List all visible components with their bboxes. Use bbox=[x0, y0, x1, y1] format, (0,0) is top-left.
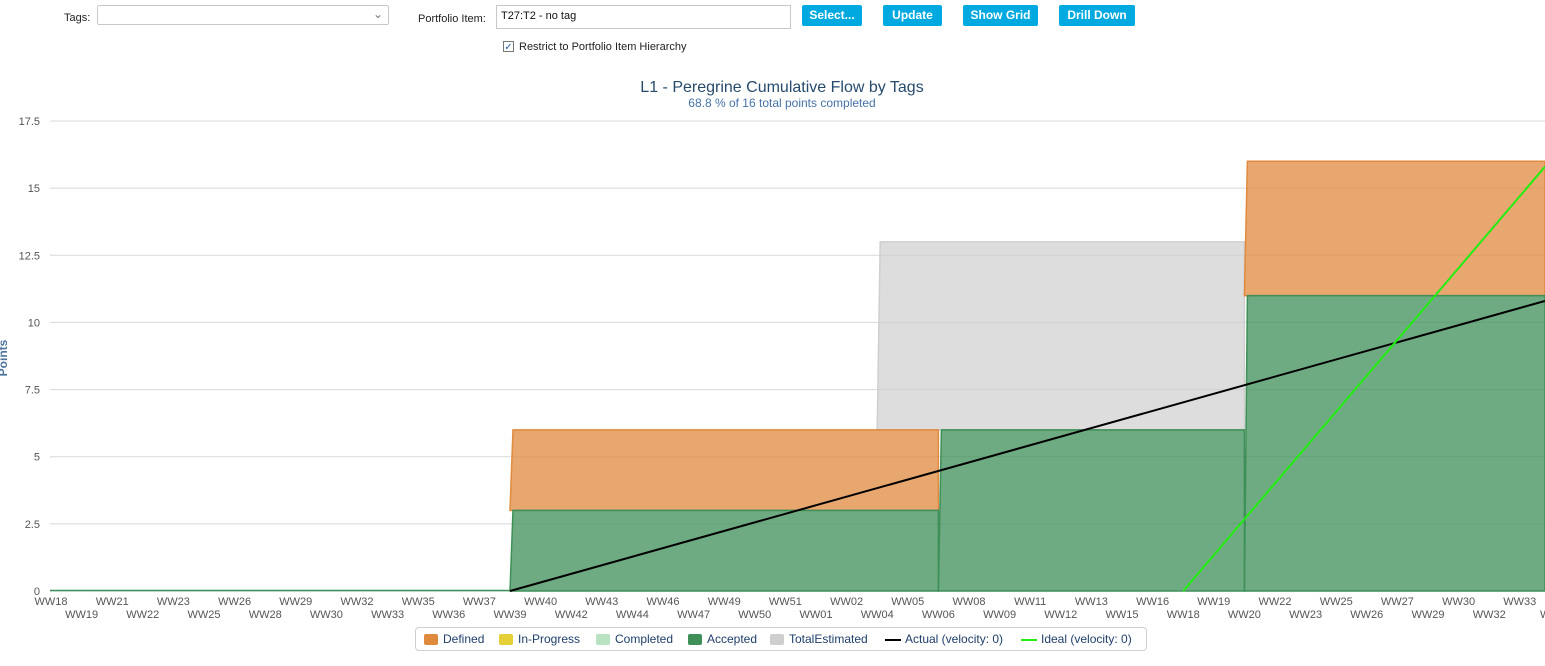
drill-down-button[interactable]: Drill Down bbox=[1059, 5, 1135, 26]
x-tick-label: WW12 bbox=[1044, 609, 1077, 621]
x-tick-label: WW18 bbox=[35, 596, 68, 608]
portfolio-item-label: Portfolio Item: bbox=[418, 13, 486, 25]
x-tick-label: WW04 bbox=[861, 609, 894, 621]
legend-item-ideal[interactable]: Ideal (velocity: 0) bbox=[1041, 632, 1132, 646]
x-tick-label: WW13 bbox=[1075, 596, 1108, 608]
x-tick-label: WW01 bbox=[800, 609, 833, 621]
x-tick-label: WW18 bbox=[1167, 609, 1200, 621]
show-grid-button[interactable]: Show Grid bbox=[963, 5, 1038, 26]
legend-item-in-progress[interactable]: In-Progress bbox=[518, 632, 580, 646]
legend-item-completed[interactable]: Completed bbox=[615, 632, 673, 646]
x-tick-label: WW09 bbox=[983, 609, 1016, 621]
y-tick-label: 7.5 bbox=[25, 385, 40, 397]
x-tick-label: WW19 bbox=[1197, 596, 1230, 608]
x-tick-label: WW32 bbox=[341, 596, 374, 608]
x-tick-label: WW32 bbox=[1473, 609, 1506, 621]
legend-item-total-estimated[interactable]: TotalEstimated bbox=[789, 632, 868, 646]
x-tick-label: WW23 bbox=[1289, 609, 1322, 621]
chart-legend: Defined In-Progress Completed Accepted T… bbox=[415, 627, 1147, 651]
x-tick-label: WW39 bbox=[494, 609, 527, 621]
x-tick-label: WW20 bbox=[1228, 609, 1261, 621]
x-tick-label: WW11 bbox=[1014, 596, 1046, 608]
x-tick-label: WW33 bbox=[1503, 596, 1536, 608]
x-tick-label: WW22 bbox=[126, 609, 159, 621]
x-tick-label: WW37 bbox=[463, 596, 496, 608]
x-tick-label: WW21 bbox=[96, 596, 129, 608]
x-tick-label: WW42 bbox=[555, 609, 588, 621]
x-tick-label: WW35 bbox=[402, 596, 435, 608]
legend-line-ideal bbox=[1021, 639, 1037, 641]
x-tick-label: WW40 bbox=[524, 596, 557, 608]
x-tick-label: WW49 bbox=[708, 596, 741, 608]
x-tick-label: WW29 bbox=[1412, 609, 1445, 621]
y-axis-ticks: 02.557.51012.51517.5 bbox=[19, 116, 40, 598]
y-tick-label: 17.5 bbox=[19, 116, 40, 128]
chart-subtitle: 68.8 % of 16 total points completed bbox=[688, 96, 875, 110]
x-tick-label: WW08 bbox=[953, 596, 986, 608]
x-tick-label: WW23 bbox=[157, 596, 190, 608]
legend-swatch-completed bbox=[596, 634, 610, 645]
x-tick-label: WW19 bbox=[65, 609, 98, 621]
area-accepted bbox=[937, 429, 1246, 592]
legend-item-defined[interactable]: Defined bbox=[443, 632, 484, 646]
legend-line-actual bbox=[885, 639, 901, 641]
x-tick-label: WW16 bbox=[1136, 596, 1169, 608]
tags-label: Tags: bbox=[64, 12, 91, 24]
update-button[interactable]: Update bbox=[883, 5, 942, 26]
x-tick-label: WW47 bbox=[677, 609, 710, 621]
y-tick-label: 15 bbox=[28, 183, 40, 195]
x-tick-label: WW30 bbox=[310, 609, 343, 621]
area-accepted bbox=[1243, 294, 1545, 592]
y-tick-label: 10 bbox=[28, 317, 40, 329]
legend-swatch-in-progress bbox=[499, 634, 513, 645]
x-tick-label: WW06 bbox=[922, 609, 955, 621]
y-tick-label: 5 bbox=[34, 452, 40, 464]
area-defined bbox=[509, 429, 940, 512]
x-tick-label: WW36 bbox=[432, 609, 465, 621]
restrict-label: Restrict to Portfolio Item Hierarchy bbox=[519, 41, 687, 53]
x-tick-label: WW51 bbox=[769, 596, 802, 608]
legend-swatch-total-estimated bbox=[770, 634, 784, 645]
legend-swatch-accepted bbox=[688, 634, 702, 645]
y-tick-label: 12.5 bbox=[19, 250, 40, 262]
chart-title: L1 - Peregrine Cumulative Flow by Tags bbox=[640, 79, 923, 96]
area-defined bbox=[1243, 160, 1545, 297]
y-axis-label: Points bbox=[0, 339, 10, 376]
x-tick-label: WW29 bbox=[279, 596, 312, 608]
legend-item-actual[interactable]: Actual (velocity: 0) bbox=[905, 632, 1003, 646]
portfolio-item-input[interactable]: T27:T2 - no tag bbox=[496, 5, 791, 29]
x-tick-label: WW26 bbox=[1350, 609, 1383, 621]
cumulative-flow-chart: L1 - Peregrine Cumulative Flow by Tags 6… bbox=[0, 79, 1545, 621]
x-tick-label: WW bbox=[1540, 609, 1545, 621]
area-series bbox=[50, 160, 1545, 592]
x-tick-label: WW44 bbox=[616, 609, 649, 621]
x-tick-label: WW25 bbox=[1320, 596, 1353, 608]
x-tick-label: WW28 bbox=[249, 609, 282, 621]
restrict-checkbox[interactable]: ✓ bbox=[503, 41, 514, 53]
y-tick-label: 2.5 bbox=[25, 519, 40, 531]
legend-item-accepted[interactable]: Accepted bbox=[707, 632, 757, 646]
select-button[interactable]: Select... bbox=[802, 5, 862, 26]
x-tick-label: WW33 bbox=[371, 609, 404, 621]
legend-swatch-defined bbox=[424, 634, 438, 645]
x-axis-ticks: WW18WW19WW21WW22WW23WW25WW26WW28WW29WW30… bbox=[35, 596, 1545, 621]
x-tick-label: WW26 bbox=[218, 596, 251, 608]
x-tick-label: WW25 bbox=[188, 609, 221, 621]
chevron-down-icon[interactable]: ⌄ bbox=[373, 7, 383, 21]
area-accepted bbox=[509, 509, 940, 592]
x-tick-label: WW15 bbox=[1106, 609, 1139, 621]
tags-combobox[interactable]: ⌄ bbox=[97, 5, 389, 25]
x-tick-label: WW30 bbox=[1442, 596, 1475, 608]
x-tick-label: WW22 bbox=[1259, 596, 1292, 608]
x-tick-label: WW05 bbox=[891, 596, 924, 608]
x-tick-label: WW02 bbox=[830, 596, 863, 608]
x-tick-label: WW50 bbox=[738, 609, 771, 621]
x-tick-label: WW46 bbox=[647, 596, 680, 608]
x-tick-label: WW43 bbox=[585, 596, 618, 608]
x-tick-label: WW27 bbox=[1381, 596, 1414, 608]
